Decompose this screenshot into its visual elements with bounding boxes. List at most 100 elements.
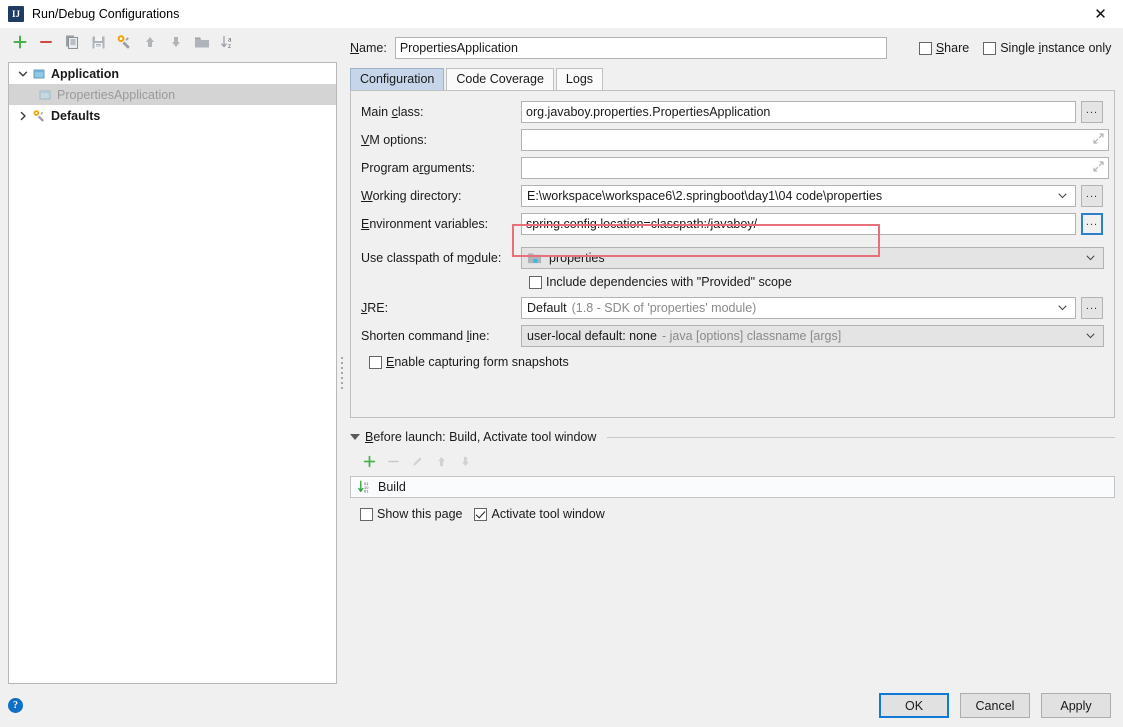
shorten-command-line-combobox[interactable]: user-local default: none - java [options… xyxy=(521,325,1104,347)
dialog-footer: ? OK Cancel Apply xyxy=(0,684,1123,727)
program-arguments-input[interactable] xyxy=(521,157,1109,179)
jre-row: JRE: Default (1.8 - SDK of 'properties' … xyxy=(361,297,1104,319)
include-provided-scope-checkbox-box[interactable] xyxy=(529,276,542,289)
section-divider xyxy=(607,437,1115,438)
main-class-row: Main class: ... xyxy=(361,101,1104,123)
enable-capturing-checkbox-box[interactable] xyxy=(369,356,382,369)
edit-defaults-wrench-icon[interactable] xyxy=(112,30,136,54)
svg-text:z: z xyxy=(228,44,231,50)
collapse-triangle-icon[interactable] xyxy=(350,434,360,440)
vm-options-row: VM options: xyxy=(361,129,1104,151)
tree-node-label: PropertiesApplication xyxy=(57,88,175,102)
help-icon[interactable]: ? xyxy=(8,698,23,713)
configurations-tree[interactable]: Application PropertiesApplication Defaul… xyxy=(8,62,337,684)
main-class-input[interactable] xyxy=(521,101,1076,123)
configuration-tabs[interactable]: Configuration Code Coverage Logs xyxy=(350,68,1115,90)
module-icon xyxy=(527,251,542,265)
enable-capturing-checkbox[interactable]: Enable capturing form snapshots xyxy=(369,355,569,369)
task-label: Build xyxy=(378,480,406,494)
working-directory-row: Working directory: E:\workspace\workspac… xyxy=(361,185,1104,207)
include-provided-scope-checkbox[interactable]: Include dependencies with "Provided" sco… xyxy=(529,275,792,289)
before-launch-toolbar xyxy=(350,450,1115,472)
move-task-up-button[interactable] xyxy=(432,452,450,470)
program-arguments-field-box xyxy=(521,157,1109,179)
jre-browse-button[interactable]: ... xyxy=(1081,297,1103,319)
tree-node-application[interactable]: Application xyxy=(9,63,336,84)
use-classpath-of-module-value: properties xyxy=(549,251,605,265)
remove-task-button[interactable] xyxy=(384,452,402,470)
tab-code-coverage[interactable]: Code Coverage xyxy=(446,68,554,90)
main-class-browse-button[interactable]: ... xyxy=(1081,101,1103,123)
share-checkbox-box[interactable] xyxy=(919,42,932,55)
environment-variables-row: Environment variables: ... xyxy=(361,213,1104,235)
add-configuration-button[interactable] xyxy=(8,30,32,54)
sort-alphabetically-button[interactable]: a z xyxy=(216,30,240,54)
new-folder-button[interactable] xyxy=(190,30,214,54)
use-classpath-of-module-row: Use classpath of module: properties xyxy=(361,247,1104,269)
copy-configuration-button[interactable] xyxy=(60,30,84,54)
wrench-icon xyxy=(31,108,47,124)
include-provided-scope-label: Include dependencies with "Provided" sco… xyxy=(546,275,792,289)
panel-splitter[interactable] xyxy=(337,62,347,684)
move-down-button[interactable] xyxy=(164,30,188,54)
save-configuration-button[interactable] xyxy=(86,30,110,54)
activate-tool-window-checkbox-box[interactable] xyxy=(474,508,487,521)
shorten-command-line-value: user-local default: none xyxy=(527,329,657,343)
before-launch-header: Before launch: Build, Activate tool wind… xyxy=(350,430,1115,444)
tree-node-label: Defaults xyxy=(51,109,100,123)
splitter-grip-icon xyxy=(341,357,343,389)
move-up-button[interactable] xyxy=(138,30,162,54)
cancel-button[interactable]: Cancel xyxy=(960,693,1030,718)
use-classpath-of-module-combobox[interactable]: properties xyxy=(521,247,1104,269)
close-icon[interactable]: ✕ xyxy=(1078,0,1123,28)
jre-combobox[interactable]: Default (1.8 - SDK of 'properties' modul… xyxy=(521,297,1076,319)
environment-variables-browse-button[interactable]: ... xyxy=(1081,213,1103,235)
tab-configuration[interactable]: Configuration xyxy=(350,68,444,90)
svg-text:01: 01 xyxy=(364,489,368,494)
tab-logs[interactable]: Logs xyxy=(556,68,603,90)
vm-options-input[interactable] xyxy=(521,129,1109,151)
configuration-tab-panel: Main class: ... VM options: Program xyxy=(350,90,1115,418)
before-launch-footer: Show this page Activate tool window xyxy=(350,507,1115,521)
shorten-command-line-hint: - java [options] classname [args] xyxy=(662,329,841,343)
single-instance-checkbox-box[interactable] xyxy=(983,42,996,55)
expand-chevron-down-icon[interactable] xyxy=(15,66,31,82)
move-task-down-button[interactable] xyxy=(456,452,474,470)
remove-configuration-button[interactable] xyxy=(34,30,58,54)
main-class-label: Main class: xyxy=(361,105,521,119)
environment-variables-label: Environment variables: xyxy=(361,217,521,231)
application-icon xyxy=(37,87,53,103)
name-input[interactable] xyxy=(395,37,887,59)
apply-button[interactable]: Apply xyxy=(1041,693,1111,718)
expand-chevron-right-icon[interactable] xyxy=(15,108,31,124)
working-directory-value: E:\workspace\workspace6\2.springboot\day… xyxy=(527,189,882,203)
ok-button[interactable]: OK xyxy=(879,693,949,718)
single-instance-checkbox[interactable]: Single instance only xyxy=(983,41,1111,55)
environment-variables-input[interactable] xyxy=(521,213,1076,235)
tree-node-defaults[interactable]: Defaults xyxy=(9,105,336,126)
working-directory-browse-button[interactable]: ... xyxy=(1081,185,1103,207)
before-launch-task-list[interactable]: 01 10 01 Build xyxy=(350,476,1115,498)
add-task-button[interactable] xyxy=(360,452,378,470)
chevron-down-icon[interactable] xyxy=(1080,332,1101,341)
name-label: Name: xyxy=(350,41,387,55)
share-checkbox[interactable]: Share xyxy=(919,41,969,55)
activate-tool-window-checkbox[interactable]: Activate tool window xyxy=(474,507,604,521)
show-this-page-label: Show this page xyxy=(377,507,462,521)
edit-task-pencil-icon[interactable] xyxy=(408,452,426,470)
chevron-down-icon[interactable] xyxy=(1052,192,1073,201)
vm-options-field-box xyxy=(521,129,1109,151)
title-bar: IJ Run/Debug Configurations ✕ xyxy=(0,0,1123,28)
jre-hint: (1.8 - SDK of 'properties' module) xyxy=(572,301,757,315)
configuration-form: Name: Share Single instance only Configu… xyxy=(350,36,1115,521)
jre-value: Default xyxy=(527,301,567,315)
working-directory-combobox[interactable]: E:\workspace\workspace6\2.springboot\day… xyxy=(521,185,1076,207)
chevron-down-icon[interactable] xyxy=(1080,254,1101,263)
chevron-down-icon[interactable] xyxy=(1052,304,1073,313)
intellij-logo-icon: IJ xyxy=(8,6,24,22)
use-classpath-of-module-label: Use classpath of module: xyxy=(361,251,521,265)
dialog-buttons: OK Cancel Apply xyxy=(879,693,1111,718)
tree-node-properties-application[interactable]: PropertiesApplication xyxy=(9,84,336,105)
show-this-page-checkbox[interactable]: Show this page xyxy=(360,507,462,521)
show-this-page-checkbox-box[interactable] xyxy=(360,508,373,521)
